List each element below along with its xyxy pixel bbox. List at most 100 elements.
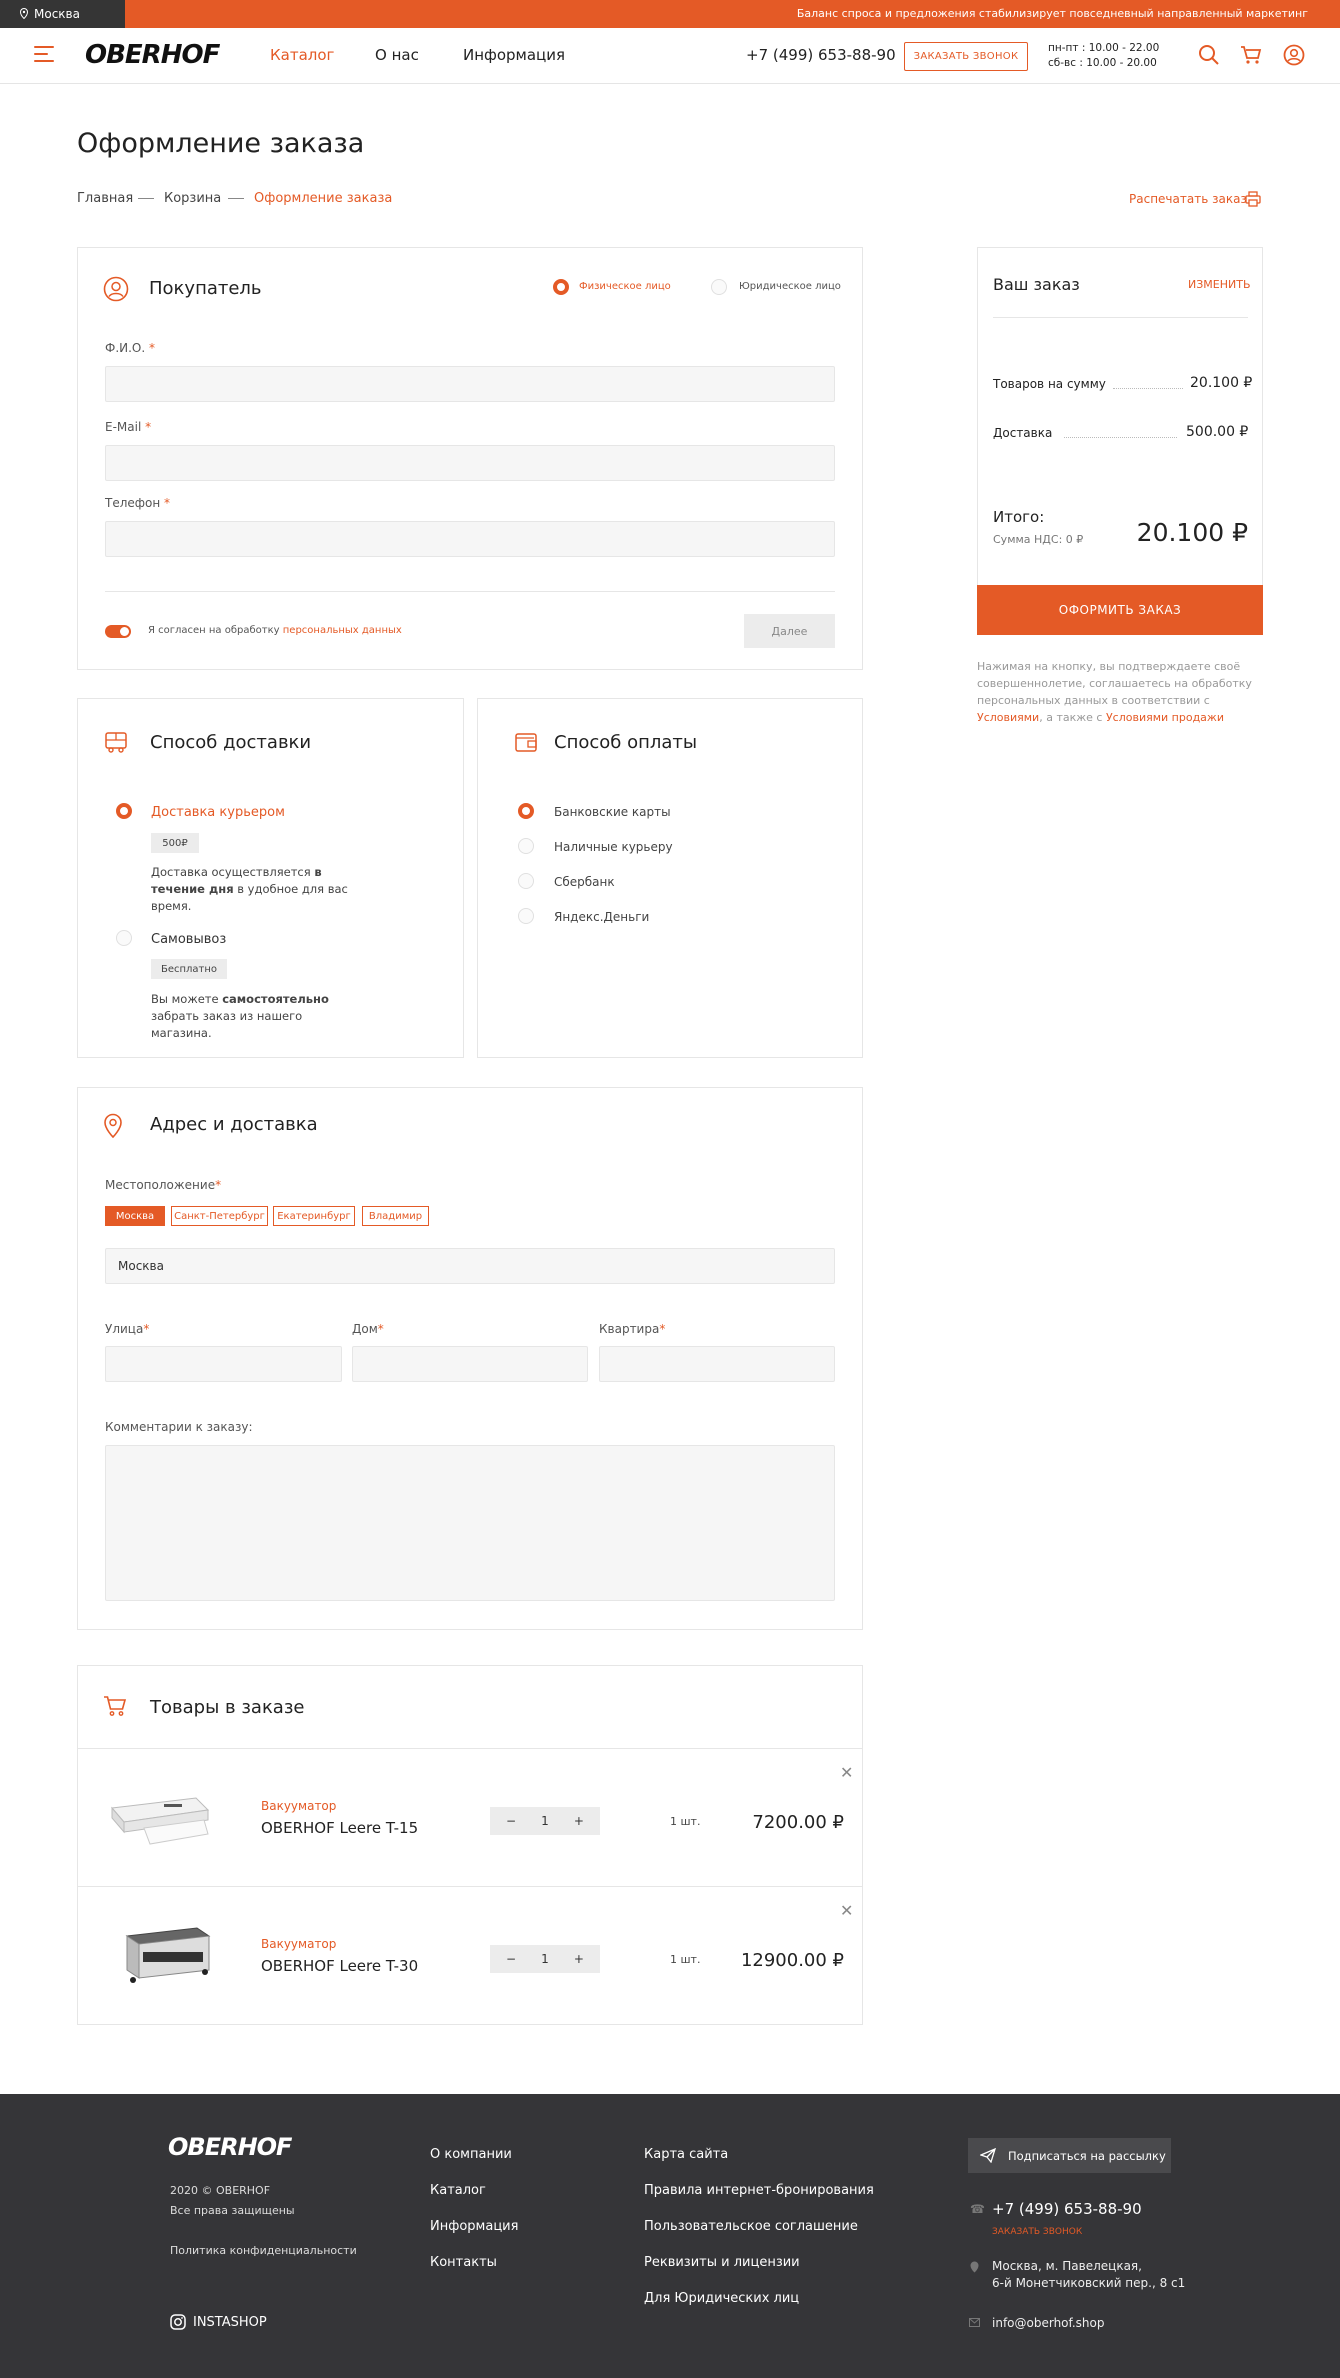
comment-field[interactable] — [105, 1445, 835, 1601]
payment-option-cash[interactable]: Наличные курьеру — [554, 840, 673, 854]
city-chip-ekb[interactable]: Екатеринбург — [273, 1206, 355, 1226]
product-image[interactable] — [104, 1788, 214, 1850]
call-request-button[interactable]: ЗАКАЗАТЬ ЗВОНОК — [904, 42, 1028, 71]
breadcrumb-home[interactable]: Главная — [77, 191, 133, 206]
apartment-label: Квартира* — [599, 1322, 666, 1336]
printer-icon[interactable] — [1245, 191, 1261, 207]
copyright: 2020 © OBERHOF — [170, 2184, 271, 2197]
products-title: Товары в заказе — [150, 1697, 305, 1718]
radio-yandex[interactable] — [518, 908, 534, 924]
sales-terms-link[interactable]: Условиями продажи — [1106, 711, 1224, 724]
consent-link[interactable]: персональных данных — [283, 625, 402, 636]
nav-info[interactable]: Информация — [463, 46, 565, 64]
menu-icon[interactable] — [34, 46, 54, 64]
decrease-button[interactable]: − — [506, 1952, 516, 1966]
product-image[interactable] — [117, 1922, 213, 1988]
product-category[interactable]: Вакууматор — [261, 1799, 336, 1813]
next-button[interactable]: Далее — [744, 614, 835, 648]
payment-option-sberbank[interactable]: Сбербанк — [554, 875, 615, 889]
breadcrumb-cart[interactable]: Корзина — [164, 191, 221, 206]
pickup-label[interactable]: Самовывоз — [151, 932, 226, 947]
cart-icon — [104, 1696, 127, 1716]
fio-field[interactable] — [105, 366, 835, 402]
header-phone[interactable]: +7 (499) 653-88-90 — [746, 46, 896, 64]
radio-courier[interactable] — [116, 803, 132, 819]
radio-legal[interactable] — [711, 279, 727, 295]
ticker-text: Баланс спроса и предложения стабилизируе… — [796, 7, 1308, 20]
remove-icon[interactable]: ✕ — [840, 1763, 853, 1782]
footer-link-info[interactable]: Информация — [430, 2219, 518, 2234]
footer-link-requisites[interactable]: Реквизиты и лицензии — [644, 2255, 800, 2270]
footer-link-sitemap[interactable]: Карта сайта — [644, 2147, 728, 2162]
footer-phone[interactable]: +7 (499) 653-88-90 — [992, 2200, 1142, 2218]
footer-link-booking-rules[interactable]: Правила интернет-бронирования — [644, 2183, 874, 2198]
radio-sberbank[interactable] — [518, 873, 534, 889]
delivery-title: Способ доставки — [150, 732, 312, 753]
change-order-link[interactable]: ИЗМЕНИТЬ — [1188, 278, 1251, 291]
decrease-button[interactable]: − — [506, 1814, 516, 1828]
product-category[interactable]: Вакууматор — [261, 1937, 336, 1951]
print-order-link[interactable]: Распечатать заказ — [1129, 192, 1247, 206]
instagram-icon[interactable] — [170, 2314, 186, 2330]
radio-cards[interactable] — [518, 803, 534, 819]
nav-about[interactable]: О нас — [375, 46, 419, 64]
product-name[interactable]: OBERHOF Leere T-30 — [261, 1957, 418, 1975]
instashop-link[interactable]: INSTASHOP — [193, 2315, 267, 2330]
payment-title: Способ оплаты — [554, 732, 698, 753]
remove-icon[interactable]: ✕ — [840, 1901, 853, 1920]
city-chip-spb[interactable]: Санкт-Петербург — [171, 1206, 268, 1226]
apartment-field[interactable] — [599, 1346, 835, 1382]
search-icon[interactable] — [1198, 44, 1220, 66]
subscribe-button[interactable]: Подписаться на рассылку — [968, 2138, 1171, 2173]
footer-call-link[interactable]: ЗАКАЗАТЬ ЗВОНОК — [992, 2227, 1082, 2237]
payment-option-cards[interactable]: Банковские карты — [554, 805, 671, 819]
quantity-stepper[interactable]: − 1 + — [490, 1807, 600, 1835]
user-icon[interactable] — [1283, 44, 1305, 66]
courier-description: Доставка осуществляется в течение дня в … — [151, 865, 348, 913]
radio-individual[interactable] — [553, 279, 569, 295]
privacy-link[interactable]: Политика конфиденциальности — [170, 2244, 357, 2257]
increase-button[interactable]: + — [574, 1952, 584, 1966]
email-field[interactable] — [105, 445, 835, 481]
quantity-value[interactable]: 1 — [541, 1952, 549, 1966]
product-price: 12900.00 ₽ — [740, 1950, 844, 1971]
footer-logo[interactable]: OBERHOF — [168, 2133, 292, 2161]
radio-legal-label[interactable]: Юридическое лицо — [739, 281, 841, 292]
consent-toggle[interactable] — [105, 625, 131, 638]
truck-icon — [105, 732, 127, 753]
footer-link-user-agreement[interactable]: Пользовательское соглашение — [644, 2219, 858, 2234]
radio-cash[interactable] — [518, 838, 534, 854]
logo[interactable]: OBERHOF — [85, 40, 220, 70]
radio-pickup[interactable] — [116, 930, 132, 946]
phone-label: Телефон * — [105, 496, 171, 510]
product-name[interactable]: OBERHOF Leere T-15 — [261, 1819, 418, 1837]
city-chip-moscow[interactable]: Москва — [105, 1206, 165, 1226]
vat-text: Сумма НДС: 0 ₽ — [993, 533, 1084, 546]
terms-link[interactable]: Условиями — [977, 711, 1039, 724]
footer-link-contacts[interactable]: Контакты — [430, 2255, 497, 2270]
order-summary-card — [977, 247, 1263, 635]
city-chip-vladimir[interactable]: Владимир — [362, 1206, 429, 1226]
house-field[interactable] — [352, 1346, 588, 1382]
street-field[interactable] — [105, 1346, 342, 1382]
quantity-value[interactable]: 1 — [541, 1814, 549, 1828]
location-field[interactable]: Москва — [105, 1248, 835, 1284]
phone-field[interactable] — [105, 521, 835, 557]
footer-email[interactable]: info@oberhof.shop — [992, 2316, 1105, 2330]
footer-link-catalog[interactable]: Каталог — [430, 2183, 486, 2198]
courier-label[interactable]: Доставка курьером — [151, 805, 285, 820]
increase-button[interactable]: + — [574, 1814, 584, 1828]
footer-link-legal-entities[interactable]: Для Юридических лиц — [644, 2291, 799, 2306]
rights-text: Все права защищены — [170, 2204, 295, 2217]
quantity-stepper[interactable]: − 1 + — [490, 1945, 600, 1973]
user-icon — [103, 276, 129, 302]
cart-icon[interactable] — [1240, 44, 1262, 66]
divider — [993, 317, 1248, 318]
nav-catalog[interactable]: Каталог — [270, 46, 334, 64]
city-selector[interactable]: Москва — [0, 0, 125, 28]
footer-address-line1: Москва, м. Павелецкая, — [992, 2259, 1142, 2273]
submit-order-button[interactable]: ОФОРМИТЬ ЗАКАЗ — [977, 585, 1263, 635]
payment-option-yandex[interactable]: Яндекс.Деньги — [554, 910, 649, 924]
radio-individual-label[interactable]: Физическое лицо — [579, 281, 671, 292]
footer-link-about[interactable]: О компании — [430, 2147, 512, 2162]
